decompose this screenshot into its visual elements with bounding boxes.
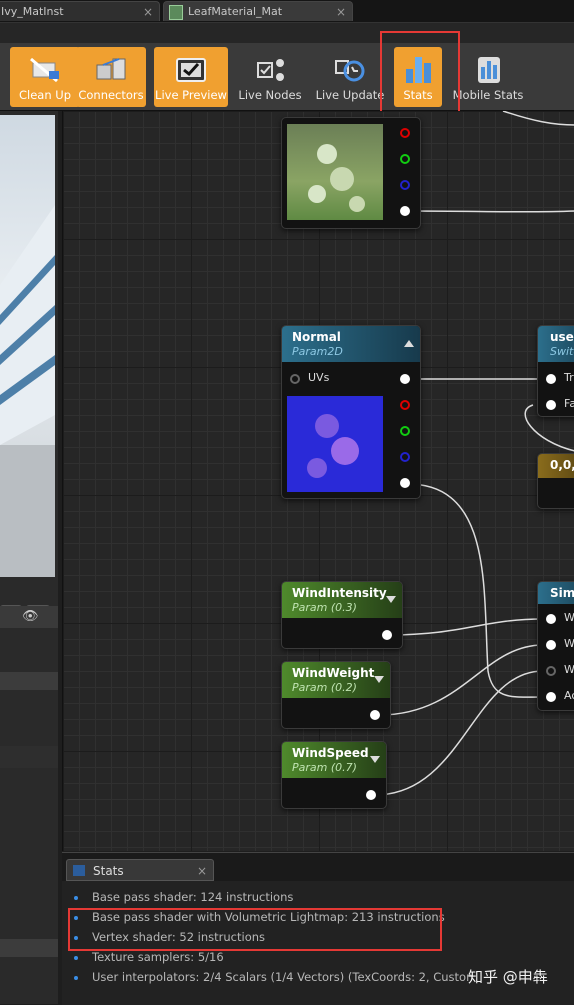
bullet-icon: [74, 956, 78, 960]
switch-param-node[interactable]: useN Switc Tr Fa: [537, 325, 574, 417]
pin-wind-weight[interactable]: [546, 640, 556, 650]
pin-label: W: [564, 663, 574, 676]
toolbar: Clean Up Connectors Live Preview Live No…: [0, 43, 574, 111]
tab-label: Ivy_MatInst: [1, 5, 64, 18]
broom-icon: [30, 57, 59, 83]
pin-rgba[interactable]: [400, 206, 410, 216]
pin-out[interactable]: [400, 374, 410, 384]
details-dropdown-2[interactable]: [0, 939, 58, 957]
node-header: Normal Param2D: [282, 326, 420, 362]
material-icon: [169, 5, 183, 20]
texture-thumbnail: [287, 124, 383, 220]
tab-leafmaterial-mat[interactable]: LeafMaterial_Mat ×: [163, 1, 353, 21]
node-header: WindSpeed Param (0.7): [282, 742, 386, 778]
instructions-highlight-box: [68, 908, 442, 951]
normal-map-thumbnail: [287, 396, 383, 492]
bullet-icon: [74, 976, 78, 980]
wind-speed-param-node[interactable]: WindSpeed Param (0.7): [281, 741, 387, 809]
mobile-stats-button[interactable]: Mobile Stats: [452, 47, 524, 107]
normal-param-node[interactable]: Normal Param2D UVs: [281, 325, 421, 499]
pin-label: Tr: [564, 371, 574, 384]
pin-out[interactable]: [370, 710, 380, 720]
stats-line: Texture samplers: 5/16: [92, 950, 224, 964]
expand-arrow-icon[interactable]: [370, 756, 380, 763]
live-update-icon: [335, 60, 365, 82]
stats-line: User interpolators: 2/4 Scalars (1/4 Vec…: [92, 970, 472, 984]
watermark: 知乎 @申犇: [468, 968, 548, 986]
close-icon[interactable]: ×: [143, 2, 153, 22]
stats-tab[interactable]: Stats ×: [66, 859, 214, 881]
node-header: WindWeight Param (0.2): [282, 662, 390, 698]
mobile-stats-icon: [478, 57, 500, 83]
pin-out[interactable]: [382, 630, 392, 640]
pin-label: UVs: [308, 371, 330, 384]
pin-label: Ac: [564, 689, 574, 702]
node-header: WindIntensity Param (0.3): [282, 582, 402, 618]
node-title: useN: [550, 330, 574, 344]
details-dropdown[interactable]: [0, 672, 58, 690]
simple-grass-wind-node[interactable]: Simp W W W Ac: [537, 581, 574, 711]
node-header: Simp: [538, 582, 574, 604]
pin-additional[interactable]: [546, 692, 556, 702]
normal-texture: [307, 414, 359, 478]
stats-line: Base pass shader: 124 instructions: [92, 890, 294, 904]
collapse-arrow-icon[interactable]: [404, 340, 414, 347]
pin-out[interactable]: [366, 790, 376, 800]
bullet-icon: [74, 896, 78, 900]
stats-tab-icon: [73, 865, 85, 876]
building-preview: [0, 205, 55, 577]
texture-sample-node[interactable]: [281, 117, 421, 229]
pin-false[interactable]: [546, 400, 556, 410]
document-tab-bar: Ivy_MatInst × LeafMaterial_Mat ×: [0, 0, 574, 23]
material-graph[interactable]: Normal Param2D UVs useN Switc Tr Fa 0,0,…: [62, 111, 574, 851]
live-preview-button[interactable]: Live Preview: [154, 47, 228, 107]
stats-tab-label: Stats: [93, 864, 124, 878]
expand-arrow-icon[interactable]: [374, 676, 384, 683]
pin-label: Fa: [564, 397, 574, 410]
constant3vector-node[interactable]: 0,0,1: [537, 453, 574, 509]
tv-icon: [176, 58, 206, 82]
pin-b[interactable]: [400, 452, 410, 462]
live-nodes-button[interactable]: Live Nodes: [235, 47, 305, 107]
pin-label: W: [564, 637, 574, 650]
pin-wind-speed[interactable]: [546, 666, 556, 676]
close-icon[interactable]: ×: [197, 860, 207, 882]
pin-true[interactable]: [546, 374, 556, 384]
tab-label: LeafMaterial_Mat: [188, 5, 283, 18]
node-title: Normal: [292, 330, 341, 344]
wind-intensity-param-node[interactable]: WindIntensity Param (0.3): [281, 581, 403, 649]
wind-weight-param-node[interactable]: WindWeight Param (0.2): [281, 661, 391, 729]
close-icon[interactable]: ×: [336, 2, 346, 22]
pin-wind-intensity[interactable]: [546, 614, 556, 624]
pin-rgba[interactable]: [400, 478, 410, 488]
node-subtitle: Param2D: [292, 345, 343, 358]
tab-ivy-matinst[interactable]: Ivy_MatInst ×: [0, 1, 160, 21]
pin-g[interactable]: [400, 426, 410, 436]
pin-uvs-input[interactable]: [290, 374, 300, 384]
node-subtitle: Switc: [550, 345, 574, 358]
pin-r[interactable]: [400, 128, 410, 138]
node-title: 0,0,1: [550, 458, 574, 472]
details-section: [0, 746, 58, 768]
connectors-icon: [96, 58, 126, 80]
node-header: 0,0,1: [538, 454, 574, 478]
expand-arrow-icon[interactable]: [386, 596, 396, 603]
connectors-button[interactable]: Connectors: [76, 47, 146, 107]
node-header: useN Switc: [538, 326, 574, 362]
details-toolbar: 👁: [0, 606, 58, 628]
live-update-button[interactable]: Live Update: [314, 47, 386, 107]
leaf-texture: [308, 144, 365, 212]
pin-label: W: [564, 611, 574, 624]
pin-b[interactable]: [400, 180, 410, 190]
node-title: Simp: [550, 586, 574, 600]
pin-r[interactable]: [400, 400, 410, 410]
live-nodes-icon: [257, 59, 284, 81]
clean-up-button[interactable]: Clean Up: [10, 47, 80, 107]
menu-strip: [0, 23, 574, 43]
eye-icon[interactable]: 👁: [22, 609, 39, 624]
preview-viewport[interactable]: [0, 115, 55, 577]
pin-g[interactable]: [400, 154, 410, 164]
